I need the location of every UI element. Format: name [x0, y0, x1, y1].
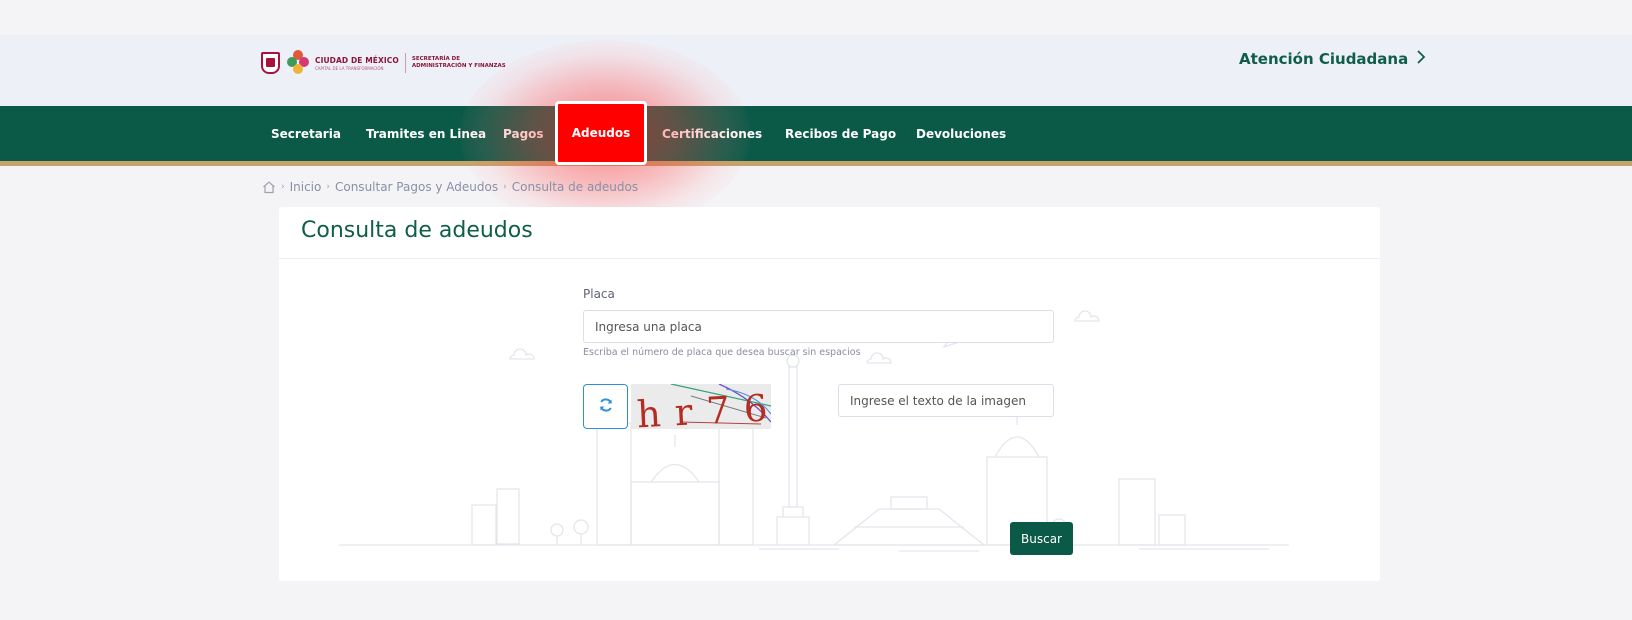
nav-item-recibos[interactable]: Recibos de Pago	[785, 106, 896, 161]
breadcrumb: › Inicio › Consultar Pagos y Adeudos › C…	[262, 178, 638, 196]
flower-icon	[287, 50, 309, 76]
breadcrumb-inicio[interactable]: Inicio	[290, 180, 322, 194]
logo-secretaria-line2: ADMINISTRACIÓN Y FINANZAS	[411, 63, 506, 69]
logo-city-name: CIUDAD DE MÉXICO	[315, 55, 399, 65]
nav-item-pagos[interactable]: Pagos	[503, 106, 544, 161]
captcha-text: hr76	[636, 386, 771, 429]
nav-item-secretaria[interactable]: Secretaria	[271, 106, 341, 161]
breadcrumb-consultar[interactable]: Consultar Pagos y Adeudos	[335, 180, 498, 194]
buscar-button[interactable]: Buscar	[1010, 522, 1073, 555]
breadcrumb-current: Consulta de adeudos	[511, 180, 639, 194]
chevron-right-icon	[1416, 50, 1426, 68]
logo-city-slogan: CAPITAL DE LA TRANSFORMACIÓN	[315, 65, 384, 71]
atencion-ciudadana-link[interactable]: Atención Ciudadana	[1239, 48, 1426, 70]
captcha-input[interactable]: Ingrese el texto de la imagen	[838, 384, 1054, 417]
shield-icon	[261, 52, 280, 74]
placa-label: Placa	[583, 287, 615, 301]
consulta-card: Consulta de adeudos Placa Ingresa una pl…	[279, 207, 1380, 581]
nav-item-devoluciones[interactable]: Devoluciones	[916, 106, 1006, 161]
placa-input[interactable]: Ingresa una placa	[583, 310, 1054, 343]
captcha-refresh-button[interactable]	[583, 384, 628, 429]
cdmx-logo[interactable]: CIUDAD DE MÉXICO CAPITAL DE LA TRANSFORM…	[261, 48, 506, 78]
nav-gold-stripe	[0, 161, 1632, 166]
home-icon[interactable]	[262, 180, 276, 194]
page-title: Consulta de adeudos	[301, 218, 533, 243]
site-header: CIUDAD DE MÉXICO CAPITAL DE LA TRANSFORM…	[0, 35, 1632, 106]
atencion-label: Atención Ciudadana	[1239, 50, 1409, 68]
logo-secretaria-line1: SECRETARÍA DE	[411, 56, 460, 62]
nav-item-tramites[interactable]: Tramites en Linea	[366, 106, 486, 161]
nav-item-certificaciones[interactable]: Certificaciones	[662, 106, 762, 161]
refresh-icon	[598, 397, 614, 417]
captcha-image: hr76	[631, 384, 771, 429]
main-nav: Secretaria Tramites en Linea Pagos Certi…	[0, 106, 1632, 161]
placa-help-text: Escriba el número de placa que desea bus…	[583, 347, 861, 358]
nav-item-adeudos[interactable]: Adeudos	[555, 101, 647, 165]
